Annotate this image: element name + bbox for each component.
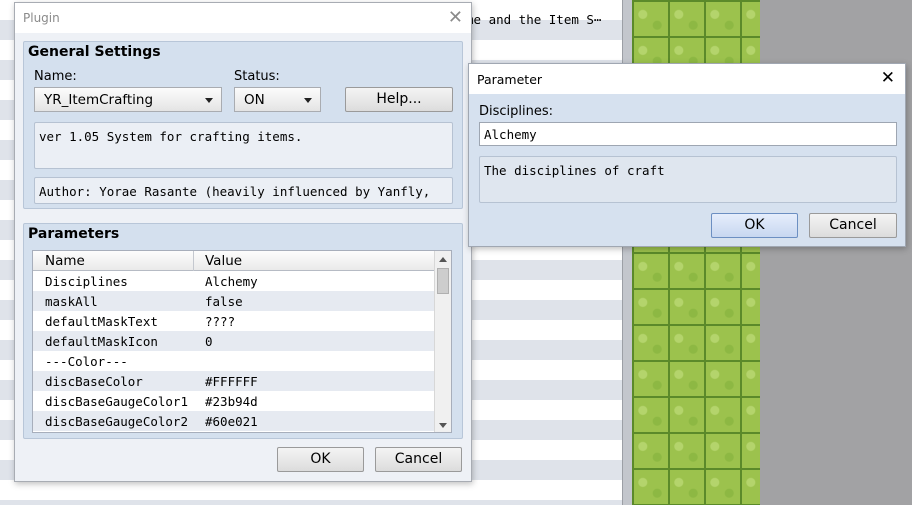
background-row bbox=[0, 500, 622, 505]
param-name-cell: discBaseGaugeColor2 bbox=[45, 414, 188, 429]
plugin-titlebar: Plugin ✕ bbox=[15, 3, 471, 33]
author-box[interactable]: Author: Yorae Rasante (heavily influence… bbox=[34, 177, 453, 204]
param-name-cell: maskAll bbox=[45, 294, 98, 309]
param-name-cell: ---Color--- bbox=[45, 354, 128, 369]
param-value-cell: false bbox=[205, 294, 243, 309]
plugin-title: Plugin bbox=[23, 11, 60, 25]
parameter-dialog: Parameter ✕ Disciplines: Alchemy The dis… bbox=[468, 63, 906, 247]
table-row[interactable]: defaultMaskIcon 0 bbox=[33, 331, 451, 351]
scroll-thumb[interactable] bbox=[437, 268, 449, 294]
background-list-text: me and the Item S⋯ bbox=[466, 12, 602, 27]
param-value-cell: #23b94d bbox=[205, 394, 258, 409]
parameters-table[interactable]: Name Value Disciplines Alchemy maskAll fals… bbox=[32, 250, 452, 433]
plugin-dialog: Plugin ✕ General Settings Name: YR_ItemC… bbox=[14, 2, 472, 482]
param-value-cell: #FFFFFF bbox=[205, 374, 258, 389]
column-header-name[interactable]: Name bbox=[45, 253, 85, 269]
table-row[interactable]: Disciplines Alchemy bbox=[33, 271, 451, 291]
table-row[interactable]: maskAll false bbox=[33, 291, 451, 311]
table-row[interactable]: discBaseColor #FFFFFF bbox=[33, 371, 451, 391]
disciplines-label: Disciplines: bbox=[479, 104, 554, 119]
chevron-down-icon bbox=[304, 98, 312, 103]
status-select[interactable]: ON bbox=[234, 87, 321, 112]
parameter-close-icon[interactable]: ✕ bbox=[881, 68, 895, 88]
general-settings-group: General Settings Name: YR_ItemCrafting S… bbox=[23, 41, 463, 209]
param-value-cell: 0 bbox=[205, 334, 213, 349]
description-box[interactable]: ver 1.05 System for crafting items. bbox=[34, 122, 453, 169]
disciplines-input[interactable]: Alchemy bbox=[479, 122, 897, 146]
param-name-cell: discBaseGaugeColor1 bbox=[45, 394, 188, 409]
scroll-up-icon[interactable] bbox=[439, 257, 447, 262]
table-header: Name Value bbox=[33, 251, 451, 271]
parameter-description-box: The disciplines of craft bbox=[479, 156, 897, 203]
table-row[interactable]: discBaseGaugeColor2 #60e021 bbox=[33, 411, 451, 431]
parameter-title: Parameter bbox=[477, 72, 543, 87]
name-select[interactable]: YR_ItemCrafting bbox=[34, 87, 222, 112]
scroll-down-icon[interactable] bbox=[439, 423, 447, 428]
param-value-cell: Alchemy bbox=[205, 274, 258, 289]
table-row[interactable]: discBaseGaugeColor1 #23b94d bbox=[33, 391, 451, 411]
table-body: Disciplines Alchemy maskAll false defaultMas… bbox=[33, 271, 451, 431]
table-row[interactable]: defaultMaskText???? bbox=[33, 311, 451, 331]
column-divider[interactable] bbox=[193, 251, 194, 271]
param-name-cell: defaultMaskIcon bbox=[45, 334, 158, 349]
plugin-ok-button[interactable]: OK bbox=[277, 447, 364, 472]
vertical-scrollbar[interactable] bbox=[434, 251, 451, 432]
param-name-cell: discBaseColor bbox=[45, 374, 143, 389]
name-label: Name: bbox=[34, 69, 77, 84]
chevron-down-icon bbox=[205, 98, 213, 103]
status-select-value: ON bbox=[244, 92, 265, 108]
param-name-cell: Disciplines bbox=[45, 274, 128, 289]
background-row bbox=[0, 480, 622, 500]
parameters-group: Parameters Name Value Disciplines Alchemy… bbox=[23, 223, 463, 439]
name-select-value: YR_ItemCrafting bbox=[44, 92, 154, 108]
parameter-ok-button[interactable]: OK bbox=[711, 213, 798, 238]
column-header-value[interactable]: Value bbox=[205, 253, 242, 269]
status-label: Status: bbox=[234, 69, 280, 84]
plugin-close-icon[interactable]: ✕ bbox=[448, 7, 463, 28]
table-row[interactable]: ---Color--- bbox=[33, 351, 451, 371]
parameters-title: Parameters bbox=[28, 226, 120, 242]
parameter-titlebar: Parameter ✕ bbox=[469, 64, 905, 94]
param-value-cell: ???? bbox=[205, 314, 236, 329]
help-button[interactable]: Help... bbox=[345, 87, 453, 112]
parameter-cancel-button[interactable]: Cancel bbox=[809, 213, 897, 238]
param-value-cell: #60e021 bbox=[205, 414, 258, 429]
plugin-cancel-button[interactable]: Cancel bbox=[375, 447, 462, 472]
general-settings-title: General Settings bbox=[28, 44, 161, 60]
param-name-cell: defaultMaskText bbox=[45, 314, 158, 329]
